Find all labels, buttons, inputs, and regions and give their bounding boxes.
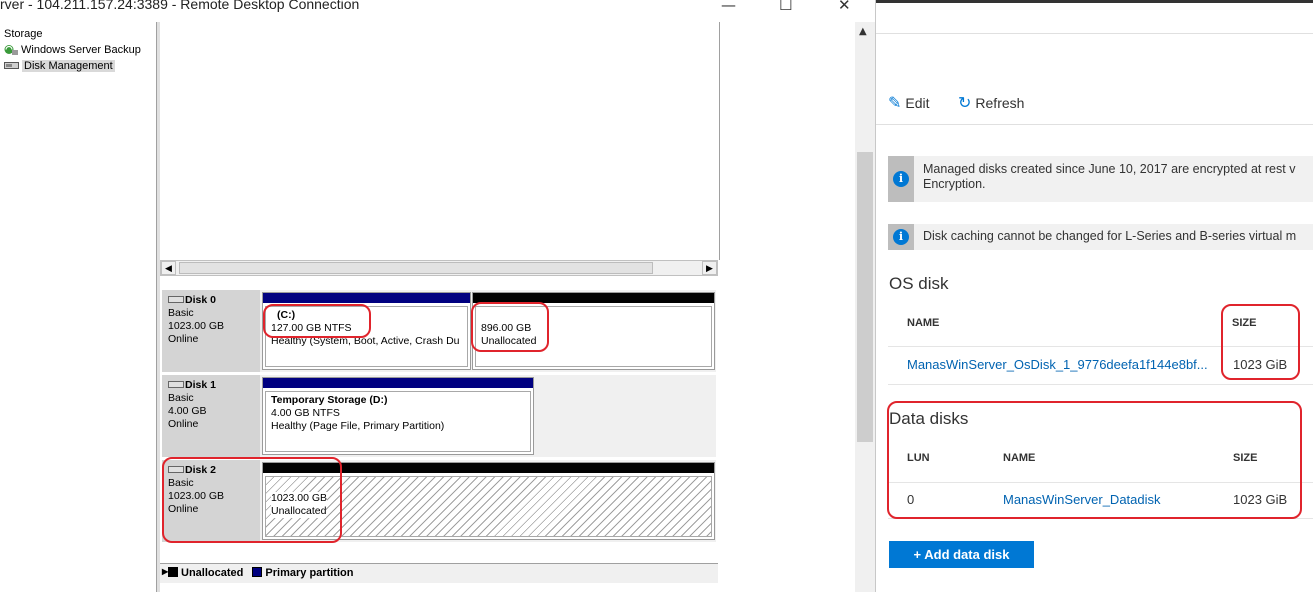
- annotation-box: [1221, 304, 1300, 380]
- azure-disks-blade: ✎ Edit ↻ Refresh i Managed disks created s…: [875, 0, 1313, 592]
- disk-row[interactable]: Disk 1 Basic 4.00 GB Online Temporary St…: [162, 375, 716, 457]
- caching-notice: i Disk caching cannot be changed for L-S…: [888, 224, 1313, 250]
- disk-management-icon: [4, 62, 19, 69]
- refresh-icon: ↻: [958, 95, 972, 112]
- pencil-icon: ✎: [888, 95, 902, 112]
- minimize-button[interactable]: —: [721, 0, 736, 14]
- disk-row[interactable]: Disk 0 Basic 1023.00 GB Online (C:) 127.…: [162, 290, 716, 372]
- disk-icon: [168, 296, 184, 303]
- primary-partition-bar: [263, 293, 470, 303]
- disk-icon: [168, 381, 184, 388]
- disk-status: Online: [168, 333, 199, 345]
- scroll-thumb[interactable]: [857, 152, 873, 442]
- vertical-scrollbar[interactable]: ▲: [855, 22, 875, 592]
- add-data-disk-button[interactable]: + Add data disk: [889, 541, 1034, 568]
- primary-partition-bar: [263, 378, 533, 388]
- annotation-box: [162, 457, 342, 543]
- tree-item-label: Windows Server Backup: [21, 44, 141, 56]
- scroll-right-icon[interactable]: ▶: [702, 261, 717, 275]
- disk-status: Online: [168, 418, 199, 430]
- os-disk-name-link[interactable]: ManasWinServer_OsDisk_1_9776deefa1f144e8…: [907, 357, 1208, 372]
- partition-title: Temporary Storage (D:): [271, 394, 388, 406]
- row-divider: [888, 384, 1313, 385]
- disk-info[interactable]: Disk 1 Basic 4.00 GB Online: [162, 375, 260, 457]
- disk-name: Disk 0: [185, 294, 216, 306]
- scroll-thumb[interactable]: [179, 262, 653, 274]
- unallocated-swatch: [168, 567, 178, 577]
- os-disk-name-header[interactable]: NAME: [907, 317, 939, 329]
- notice-text: Encryption.: [923, 177, 986, 191]
- annotation-box: [471, 302, 549, 352]
- annotation-box: [887, 401, 1302, 519]
- legend-unallocated: Unallocated: [181, 567, 244, 579]
- legend-primary: Primary partition: [265, 567, 354, 579]
- rdp-title: rver - 104.211.157.24:3389 - Remote Desk…: [0, 0, 360, 12]
- disk-name: Disk 1: [185, 379, 216, 391]
- partition-d[interactable]: Temporary Storage (D:) 4.00 GB NTFS Heal…: [262, 377, 534, 455]
- partition-body: Temporary Storage (D:) 4.00 GB NTFS Heal…: [265, 391, 531, 452]
- disk-size: 1023.00 GB: [168, 320, 225, 332]
- notice-text: Managed disks created since June 10, 201…: [923, 162, 1296, 176]
- disk-size: 4.00 GB: [168, 405, 207, 417]
- partition-size: 4.00 GB NTFS: [271, 407, 340, 419]
- disk-type: Basic: [168, 392, 194, 404]
- scroll-up-icon[interactable]: ▲: [859, 26, 867, 37]
- blade-top-border: [876, 0, 1313, 3]
- tree-item-label: Disk Management: [22, 60, 115, 72]
- toolbar-divider: [876, 124, 1313, 125]
- info-icon: i: [893, 229, 909, 245]
- blade-header-divider: [876, 33, 1313, 34]
- encryption-notice: i Managed disks created since June 10, 2…: [888, 156, 1313, 202]
- disk-info[interactable]: Disk 0 Basic 1023.00 GB Online: [162, 290, 260, 372]
- os-disk-title: OS disk: [889, 274, 949, 293]
- backup-icon: [4, 45, 18, 55]
- info-icon: i: [893, 171, 909, 187]
- close-button[interactable]: ✕: [838, 0, 851, 14]
- remote-desktop-window: rver - 104.211.157.24:3389 - Remote Desk…: [0, 0, 858, 592]
- disk-legend: ▶ Unallocated Primary partition: [160, 563, 718, 583]
- rdp-titlebar: rver - 104.211.157.24:3389 - Remote Desk…: [0, 0, 858, 22]
- tree-item-disk-management[interactable]: Disk Management: [4, 60, 115, 72]
- disk-type: Basic: [168, 307, 194, 319]
- edit-button[interactable]: ✎ Edit: [888, 93, 930, 113]
- annotation-box: [263, 304, 371, 338]
- edit-label: Edit: [905, 95, 930, 111]
- navigation-tree: Storage Windows Server Backup Disk Manag…: [0, 22, 156, 592]
- partition-status: Healthy (Page File, Primary Partition): [271, 420, 445, 432]
- volume-list-pane: [160, 22, 720, 260]
- tree-item-windows-server-backup[interactable]: Windows Server Backup: [4, 44, 141, 56]
- maximize-button[interactable]: ☐: [779, 0, 792, 14]
- notice-text: Disk caching cannot be changed for L-Ser…: [923, 229, 1297, 243]
- scroll-left-icon[interactable]: ◀: [161, 261, 176, 275]
- primary-swatch: [252, 567, 263, 577]
- tree-item-storage[interactable]: Storage: [4, 28, 43, 40]
- refresh-label: Refresh: [975, 95, 1025, 111]
- refresh-button[interactable]: ↻ Refresh: [958, 93, 1024, 113]
- horizontal-scrollbar[interactable]: ◀ ▶: [160, 260, 718, 276]
